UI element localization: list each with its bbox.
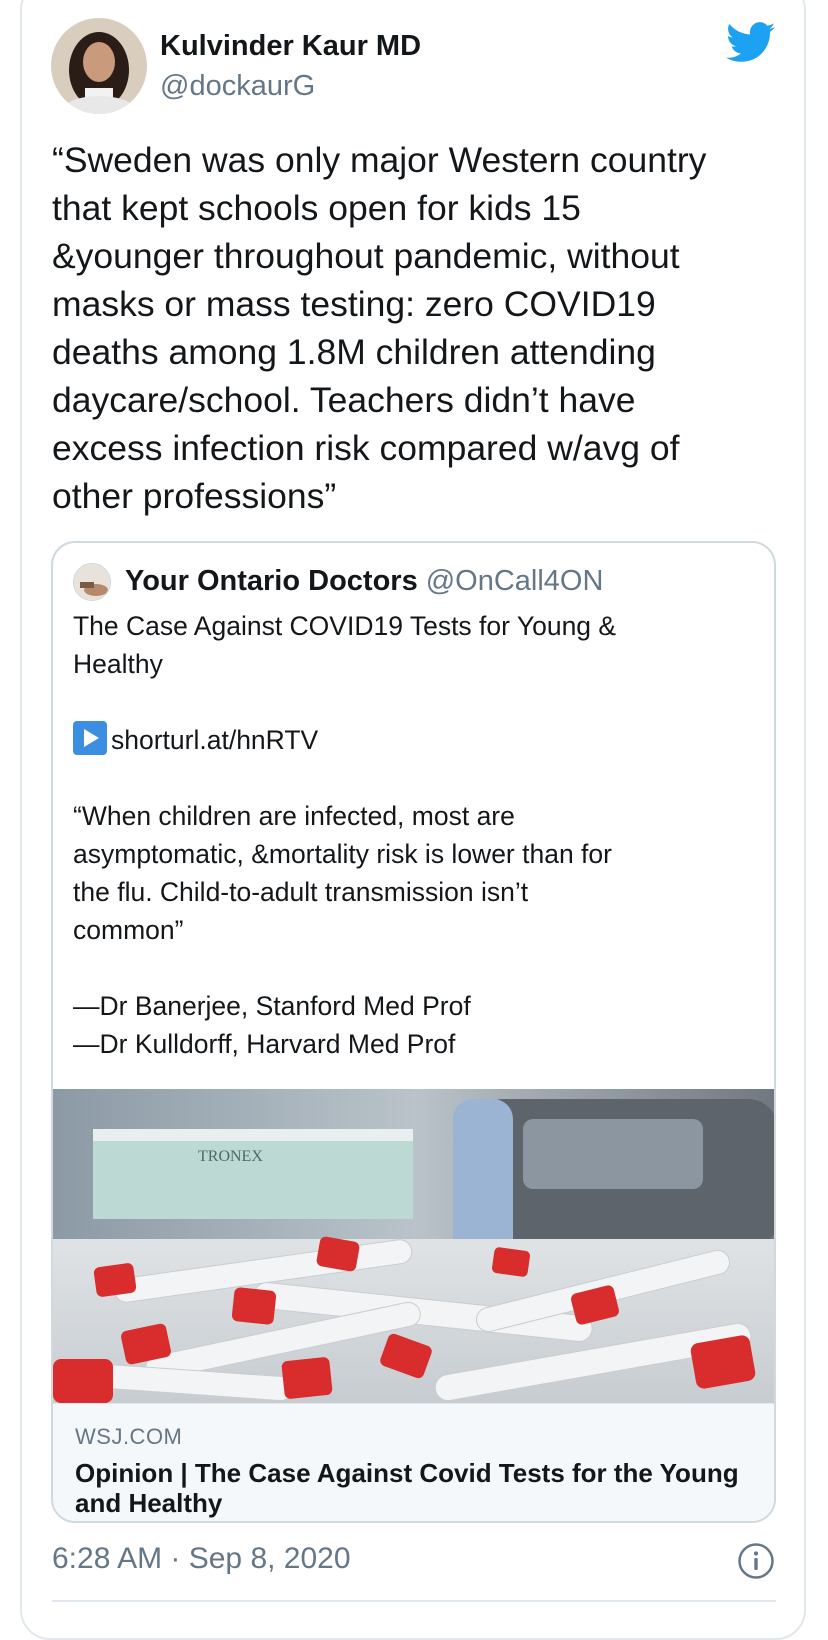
quoted-author-name[interactable]: Your Ontario Doctors: [125, 565, 418, 597]
info-icon[interactable]: [737, 1542, 775, 1580]
tweet-line: &younger throughout pandemic, without: [52, 236, 680, 276]
quoted-line: “When children are infected, most are: [73, 801, 515, 831]
quoted-link[interactable]: shorturl.at/hnRTV: [111, 725, 318, 755]
tweet-line: masks or mass testing: zero COVID19: [52, 284, 656, 324]
tweet-line: “Sweden was only major Western country: [52, 140, 707, 180]
tweet-line: that kept schools open for kids 15: [52, 188, 581, 228]
tweet-line: deaths among 1.8M children attending: [52, 332, 656, 372]
tweet-text: “Sweden was only major Western country t…: [52, 136, 792, 520]
quoted-line: common”: [73, 915, 184, 945]
tweet-line: daycare/school. Teachers didn’t have: [52, 380, 636, 420]
link-title[interactable]: Opinion | The Case Against Covid Tests f…: [75, 1458, 755, 1518]
quoted-line: asymptomatic, &mortality risk is lower t…: [73, 839, 612, 869]
box-label: TRONEX: [198, 1148, 263, 1165]
author-avatar[interactable]: [51, 18, 147, 114]
quoted-line: Healthy: [73, 649, 163, 679]
link-domain: WSJ.COM: [75, 1424, 183, 1449]
quoted-tweet[interactable]: Your Ontario Doctors @OnCall4ON The Case …: [51, 541, 776, 1523]
link-card-footer[interactable]: WSJ.COM Opinion | The Case Against Covid…: [53, 1403, 774, 1521]
quoted-line: —Dr Kulldorff, Harvard Med Prof: [73, 1029, 456, 1059]
link-card-photo[interactable]: TRONEX: [53, 1089, 776, 1403]
divider: [52, 1600, 776, 1602]
tweet-timestamp[interactable]: 6:28 AM · Sep 8, 2020: [52, 1542, 351, 1576]
play-button-icon: [73, 721, 107, 755]
quoted-line: [73, 759, 763, 797]
quoted-text: The Case Against COVID19 Tests for Young…: [73, 607, 763, 1063]
quoted-link-line[interactable]: shorturl.at/hnRTV: [73, 721, 763, 759]
tweet-line: excess infection risk compared w/avg of: [52, 428, 680, 468]
author-name[interactable]: Kulvinder Kaur MD: [160, 30, 421, 63]
quoted-avatar[interactable]: [73, 563, 111, 601]
quoted-line: the flu. Child-to-adult transmission isn…: [73, 877, 529, 907]
quoted-line: [73, 949, 763, 987]
quoted-line: —Dr Banerjee, Stanford Med Prof: [73, 991, 471, 1021]
quoted-line: [73, 683, 763, 721]
author-handle[interactable]: @dockaurG: [160, 70, 315, 103]
tweet-line: other professions”: [52, 476, 337, 516]
quoted-author-handle[interactable]: @OnCall4ON: [426, 565, 604, 597]
quoted-line: The Case Against COVID19 Tests for Young…: [73, 611, 617, 641]
twitter-bird-icon[interactable]: [726, 22, 776, 64]
quoted-author[interactable]: Your Ontario Doctors @OnCall4ON: [125, 565, 603, 598]
